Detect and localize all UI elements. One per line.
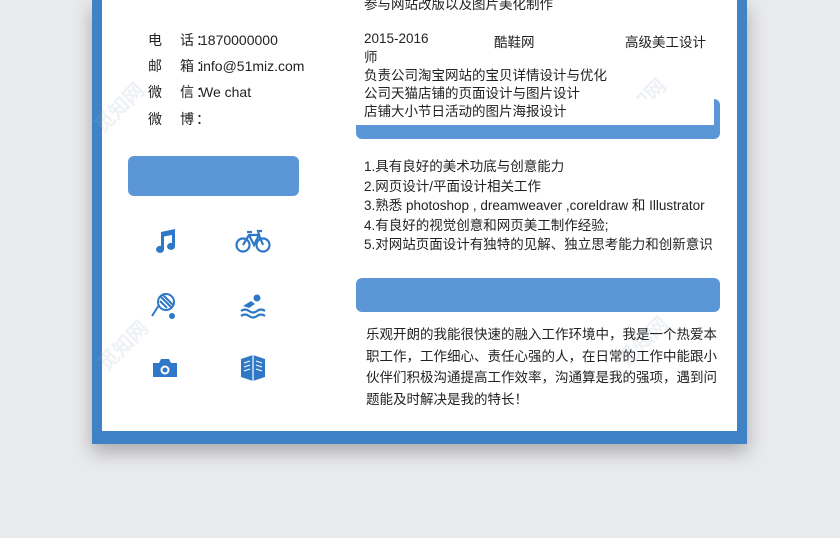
contact-weibo: 微 博： xyxy=(148,110,212,128)
skill-item: 5.对网站页面设计有独特的见解、独立思考能力和创新意识 xyxy=(364,237,713,252)
self-evaluation-heading-bar xyxy=(356,278,720,312)
skill-item: 4.有良好的视觉创意和网页美工制作经验; xyxy=(364,217,609,233)
contact-email: 邮 箱：info@51miz.com xyxy=(148,57,304,75)
self-eval-line: 乐观开朗的我能很快速的融入工作环境中，我是一个热爱本 xyxy=(366,327,717,342)
job-position-wrap: 师 xyxy=(364,50,378,65)
wechat-label: 微 信： xyxy=(148,84,212,100)
hobbies-heading-bar xyxy=(128,156,299,196)
self-eval-line: 伙伴们积极沟通提高工作效率，沟通算是我的强项，遇到问 xyxy=(366,370,717,385)
email-value: info@51miz.com xyxy=(200,58,305,74)
bicycle-icon xyxy=(235,226,271,256)
camera-icon xyxy=(150,353,180,383)
wechat-value: We chat xyxy=(200,84,252,100)
swimming-icon xyxy=(238,292,268,322)
contact-wechat: 微 信：We chat xyxy=(148,83,251,101)
experience-prev-desc: 参与网站改版以及图片美化制作 xyxy=(364,0,553,12)
job-duty: 负责公司淘宝网站的宝贝详情设计与优化 xyxy=(364,68,607,83)
books-icon xyxy=(238,351,268,381)
skill-item: 1.具有良好的美术功底与创意能力 xyxy=(364,159,565,174)
music-note-icon xyxy=(151,226,181,256)
job-period: 2015-2016 xyxy=(364,31,429,46)
tennis-icon xyxy=(148,291,178,321)
self-eval-line: 职工作，工作细心、责任心强的人，在日常的工作中能跟小 xyxy=(366,348,717,364)
email-label: 邮 箱： xyxy=(148,58,212,74)
skills-list: 1.具有良好的美术功底与创意能力 2.网页设计/平面设计相关工作 3.熟悉 ph… xyxy=(364,157,713,255)
skill-item: 3.熟悉 photoshop , dreamweaver ,coreldraw … xyxy=(364,198,705,213)
weibo-label: 微 博： xyxy=(148,111,212,127)
job-duty-overlay: 店铺大小节日活动的图片海报设计 xyxy=(364,103,567,121)
phone-value: 1870000000 xyxy=(200,32,278,48)
job-position: 高级美工设计 xyxy=(625,35,706,50)
self-evaluation: 乐观开朗的我能很快速的融入工作环境中，我是一个热爱本 职工作，工作细心、责任心强… xyxy=(366,324,717,410)
job-company: 酷鞋网 xyxy=(494,35,535,50)
skill-item: 2.网页设计/平面设计相关工作 xyxy=(364,178,542,194)
self-eval-line: 题能及时解决是我的特长！ xyxy=(366,391,528,407)
contact-phone: 电 话：1870000000 xyxy=(148,31,278,49)
phone-label: 电 话： xyxy=(148,32,212,48)
